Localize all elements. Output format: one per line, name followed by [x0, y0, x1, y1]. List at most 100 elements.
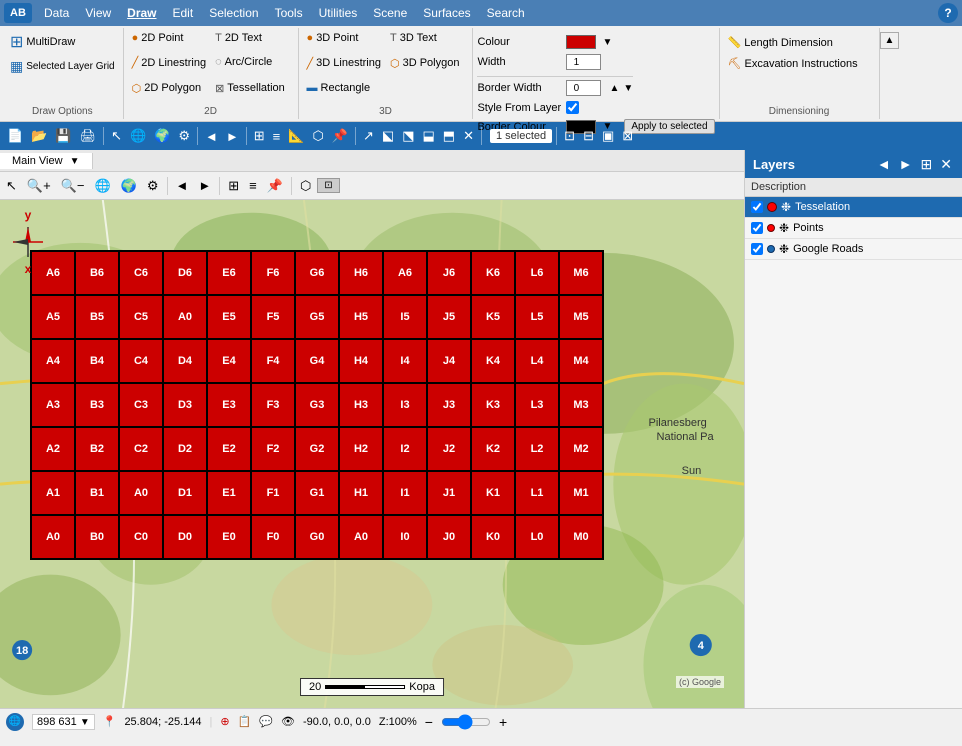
app-logo[interactable]: AB	[4, 3, 32, 23]
tb-symbol[interactable]: ⬡	[309, 127, 326, 145]
grid-cell[interactable]: K1	[471, 471, 515, 515]
layer-visible-tesselation[interactable]	[751, 201, 763, 213]
grid-cell[interactable]: M4	[559, 339, 603, 383]
grid-cell[interactable]: M2	[559, 427, 603, 471]
grid-cell[interactable]: M0	[559, 515, 603, 559]
grid-cell[interactable]: H1	[339, 471, 383, 515]
layers-close-btn[interactable]: ✕	[938, 156, 954, 173]
grid-cell[interactable]: J4	[427, 339, 471, 383]
menu-edit[interactable]: Edit	[165, 4, 202, 22]
grid-cell[interactable]: M3	[559, 383, 603, 427]
style-from-layer-checkbox[interactable]	[566, 101, 579, 114]
grid-cell[interactable]: G6	[295, 251, 339, 295]
tb-icon1[interactable]: ⊡	[561, 127, 578, 145]
tb-polysel[interactable]: ⬔	[399, 127, 417, 145]
layers-expand-btn[interactable]: ⊞	[919, 156, 935, 173]
layer-visible-points[interactable]	[751, 222, 763, 234]
menu-draw[interactable]: Draw	[119, 4, 164, 22]
width-input[interactable]	[566, 54, 601, 70]
grid-cell[interactable]: C6	[119, 251, 163, 295]
menu-data[interactable]: Data	[36, 4, 77, 22]
grid-cell[interactable]: D2	[163, 427, 207, 471]
grid-cell[interactable]: G1	[295, 471, 339, 515]
grid-cell[interactable]: A6	[383, 251, 427, 295]
map-forward-btn[interactable]: ►	[194, 176, 215, 195]
grid-cell[interactable]: K4	[471, 339, 515, 383]
border-width-up[interactable]: ▲	[609, 83, 619, 94]
grid-cell[interactable]: I1	[383, 471, 427, 515]
multidraw-button[interactable]: ⊞ MultiDraw	[6, 30, 79, 54]
grid-cell[interactable]: I5	[383, 295, 427, 339]
layer-visible-google-roads[interactable]	[751, 243, 763, 255]
layer-item-points[interactable]: ❉ Points	[745, 218, 962, 239]
grid-cell[interactable]: G3	[295, 383, 339, 427]
tb-icon4[interactable]: ⊠	[619, 127, 636, 145]
layer-item-google-roads[interactable]: ❉ Google Roads	[745, 239, 962, 260]
rectangle-button[interactable]: ▬ Rectangle	[303, 80, 385, 96]
map-zoom-in-btn[interactable]: 🔍+	[23, 176, 55, 196]
2d-linestring-button[interactable]: ╱ 2D Linestring	[128, 54, 210, 71]
grid-cell[interactable]: L1	[515, 471, 559, 515]
grid-cell[interactable]: I4	[383, 339, 427, 383]
grid-cell[interactable]: E6	[207, 251, 251, 295]
grid-cell[interactable]: B5	[75, 295, 119, 339]
grid-cell[interactable]: E5	[207, 295, 251, 339]
grid-cell[interactable]: I3	[383, 383, 427, 427]
map-back-btn[interactable]: ◄	[172, 176, 193, 195]
selected-layer-grid-button[interactable]: ▦ Selected Layer Grid	[6, 56, 119, 77]
status-globe-btn[interactable]: 🌐	[6, 713, 24, 731]
grid-cell[interactable]: B2	[75, 427, 119, 471]
grid-cell[interactable]: L2	[515, 427, 559, 471]
grid-cell[interactable]: C5	[119, 295, 163, 339]
grid-cell[interactable]: F2	[251, 427, 295, 471]
grid-cell[interactable]: J2	[427, 427, 471, 471]
length-dimension-button[interactable]: 📏 Length Dimension	[724, 34, 837, 51]
grid-cell[interactable]: F5	[251, 295, 295, 339]
menu-utilities[interactable]: Utilities	[311, 4, 366, 22]
grid-cell[interactable]: J0	[427, 515, 471, 559]
map-layers-btn[interactable]: ≡	[245, 176, 261, 195]
map-gear-btn[interactable]: ⚙	[143, 176, 163, 196]
grid-cell[interactable]: F1	[251, 471, 295, 515]
zoom-out-status-btn[interactable]: −	[425, 714, 433, 730]
grid-cell[interactable]: D4	[163, 339, 207, 383]
zoom-in-status-btn[interactable]: +	[499, 714, 507, 730]
colour-dropdown-icon[interactable]: ▼	[602, 37, 612, 48]
grid-cell[interactable]: K2	[471, 427, 515, 471]
grid-cell[interactable]: K5	[471, 295, 515, 339]
tb-open[interactable]: 📂	[28, 127, 50, 145]
map-cursor-btn[interactable]: ↖	[2, 176, 21, 196]
tessellation-button[interactable]: ⊠ Tessellation	[211, 80, 293, 97]
tb-select[interactable]: ⬕	[379, 127, 397, 145]
grid-cell[interactable]: A2	[31, 427, 75, 471]
zoom-slider[interactable]	[441, 714, 491, 730]
grid-cell[interactable]: A0	[31, 515, 75, 559]
grid-cell[interactable]: H3	[339, 383, 383, 427]
grid-cell[interactable]: A0	[119, 471, 163, 515]
3d-point-button[interactable]: ● 3D Point	[303, 30, 385, 46]
3d-polygon-button[interactable]: ⬡ 3D Polygon	[386, 55, 468, 72]
tb-grid[interactable]: ⊞	[251, 127, 268, 145]
grid-cell[interactable]: A1	[31, 471, 75, 515]
layers-back-btn[interactable]: ◄	[875, 156, 893, 173]
grid-cell[interactable]: E4	[207, 339, 251, 383]
id-dropdown[interactable]: ▼	[80, 717, 90, 728]
grid-cell[interactable]: J6	[427, 251, 471, 295]
excavation-instructions-button[interactable]: ⛏ Excavation Instructions	[724, 55, 862, 72]
tb-x[interactable]: ✕	[460, 127, 477, 145]
grid-cell[interactable]: C2	[119, 427, 163, 471]
close-view-tab[interactable]: ▼	[70, 156, 80, 167]
tb-globe2[interactable]: 🌍	[151, 127, 173, 145]
grid-cell[interactable]: B0	[75, 515, 119, 559]
grid-cell[interactable]: B3	[75, 383, 119, 427]
tb-icon3[interactable]: ▣	[599, 127, 617, 145]
arc-circle-button[interactable]: ◌ Arc/Circle	[211, 54, 293, 70]
tb-print[interactable]: 🖨	[77, 127, 100, 145]
tb-back[interactable]: ◄	[202, 128, 221, 145]
apply-to-selected-button[interactable]: Apply to selected	[624, 119, 714, 134]
tb-freesel[interactable]: ⬓	[420, 127, 438, 145]
3d-text-button[interactable]: T 3D Text	[386, 30, 468, 46]
map-scale-btn[interactable]: ⊡	[317, 178, 339, 193]
grid-cell[interactable]: F0	[251, 515, 295, 559]
grid-cell[interactable]: M6	[559, 251, 603, 295]
